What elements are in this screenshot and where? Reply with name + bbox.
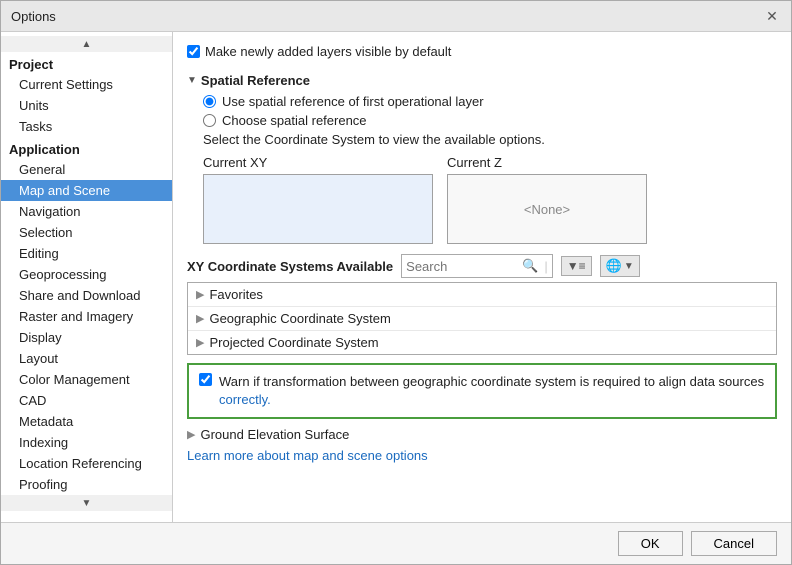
radio-choose-spatial[interactable] (203, 114, 216, 127)
sidebar: ▲ Project Current Settings Units Tasks A… (1, 32, 173, 522)
tree-item-projected[interactable]: ▶ Projected Coordinate System (188, 331, 776, 354)
sidebar-item-color-management[interactable]: Color Management (1, 369, 172, 390)
sidebar-item-geoprocessing[interactable]: Geoprocessing (1, 264, 172, 285)
scroll-up-button[interactable]: ▲ (1, 36, 172, 52)
current-z-box: <None> (447, 174, 647, 244)
sidebar-item-current-settings[interactable]: Current Settings (1, 74, 172, 95)
ground-collapse-icon: ▶ (187, 428, 195, 441)
sidebar-item-general[interactable]: General (1, 159, 172, 180)
ground-elevation-section: ▶ Ground Elevation Surface (187, 427, 777, 442)
radio2-label: Choose spatial reference (222, 113, 367, 128)
sidebar-item-editing[interactable]: Editing (1, 243, 172, 264)
cancel-button[interactable]: Cancel (691, 531, 777, 556)
content-scroll-area: Make newly added layers visible by defau… (173, 32, 791, 522)
sidebar-item-cad[interactable]: CAD (1, 390, 172, 411)
top-checkbox-row: Make newly added layers visible by defau… (187, 40, 777, 67)
sidebar-item-location-referencing[interactable]: Location Referencing (1, 453, 172, 474)
globe-icon: 🌐 (606, 258, 622, 274)
radio2-description: Select the Coordinate System to view the… (203, 132, 777, 147)
tree-arrow-projected: ▶ (196, 336, 204, 349)
current-z-placeholder: <None> (524, 202, 570, 217)
radio-option-1: Use spatial reference of first operation… (203, 94, 777, 109)
tree-arrow-favorites: ▶ (196, 288, 204, 301)
search-box: 🔍 | (401, 254, 553, 278)
current-xy-panel: Current XY (203, 155, 433, 244)
filter-icon: ▼≡ (567, 259, 586, 273)
current-z-panel: Current Z <None> (447, 155, 647, 244)
sidebar-item-tasks[interactable]: Tasks (1, 116, 172, 137)
sidebar-item-units[interactable]: Units (1, 95, 172, 116)
xy-systems-header: XY Coordinate Systems Available 🔍 | ▼≡ 🌐… (187, 254, 777, 278)
sidebar-item-map-and-scene[interactable]: Map and Scene (1, 180, 172, 201)
ground-elevation-label: Ground Elevation Surface (200, 427, 349, 442)
current-z-label: Current Z (447, 155, 647, 170)
xy-systems-title: XY Coordinate Systems Available (187, 259, 393, 274)
sidebar-item-raster-imagery[interactable]: Raster and Imagery (1, 306, 172, 327)
radio1-label: Use spatial reference of first operation… (222, 94, 484, 109)
xy-systems-section: XY Coordinate Systems Available 🔍 | ▼≡ 🌐… (187, 254, 777, 355)
layers-visible-checkbox[interactable] (187, 45, 200, 58)
tree-item-favorites[interactable]: ▶ Favorites (188, 283, 776, 307)
tree-label-geographic: Geographic Coordinate System (209, 311, 390, 326)
title-bar: Options ✕ (1, 1, 791, 32)
main-content: Make newly added layers visible by defau… (173, 32, 791, 522)
sidebar-item-navigation[interactable]: Navigation (1, 201, 172, 222)
filter-button[interactable]: ▼≡ (561, 256, 592, 276)
ok-button[interactable]: OK (618, 531, 683, 556)
current-xy-label: Current XY (203, 155, 433, 170)
divider: | (544, 259, 547, 274)
tree-arrow-geographic: ▶ (196, 312, 204, 325)
sidebar-item-selection[interactable]: Selection (1, 222, 172, 243)
warn-label: Warn if transformation between geographi… (219, 373, 765, 409)
sidebar-item-layout[interactable]: Layout (1, 348, 172, 369)
spatial-reference-title: Spatial Reference (201, 73, 310, 88)
tree-label-projected: Projected Coordinate System (209, 335, 378, 350)
dialog-footer: OK Cancel (1, 522, 791, 564)
tree-label-favorites: Favorites (209, 287, 262, 302)
options-dialog: Options ✕ ▲ Project Current Settings Uni… (0, 0, 792, 565)
radio-option-2: Choose spatial reference (203, 113, 777, 128)
spatial-reference-header: ▼ Spatial Reference (187, 73, 777, 88)
collapse-icon: ▼ (187, 75, 197, 86)
dialog-title: Options (11, 9, 56, 24)
search-button[interactable]: 🔍 (518, 257, 542, 275)
sidebar-item-share-download[interactable]: Share and Download (1, 285, 172, 306)
scroll-down-button[interactable]: ▼ (1, 495, 172, 511)
sidebar-item-metadata[interactable]: Metadata (1, 411, 172, 432)
tree-item-geographic[interactable]: ▶ Geographic Coordinate System (188, 307, 776, 331)
layers-visible-label: Make newly added layers visible by defau… (205, 44, 451, 59)
globe-button[interactable]: 🌐 ▼ (600, 255, 640, 277)
coordinate-panels: Current XY Current Z <None> (203, 155, 777, 244)
current-xy-box (203, 174, 433, 244)
sidebar-item-indexing[interactable]: Indexing (1, 432, 172, 453)
close-button[interactable]: ✕ (763, 7, 781, 25)
learn-more-link[interactable]: Learn more about map and scene options (187, 448, 777, 463)
radio-first-operational[interactable] (203, 95, 216, 108)
warn-blue-span: correctly. (219, 392, 271, 407)
sidebar-item-proofing[interactable]: Proofing (1, 474, 172, 495)
globe-chevron: ▼ (624, 261, 634, 272)
warn-checkbox-box: Warn if transformation between geographi… (187, 363, 777, 419)
sidebar-item-display[interactable]: Display (1, 327, 172, 348)
coordinate-tree-list: ▶ Favorites ▶ Geographic Coordinate Syst… (187, 282, 777, 355)
dialog-body: ▲ Project Current Settings Units Tasks A… (1, 32, 791, 522)
warn-checkbox[interactable] (199, 373, 212, 386)
sidebar-group-project: Project (1, 52, 172, 74)
sidebar-group-application: Application (1, 137, 172, 159)
search-input[interactable] (406, 259, 516, 274)
